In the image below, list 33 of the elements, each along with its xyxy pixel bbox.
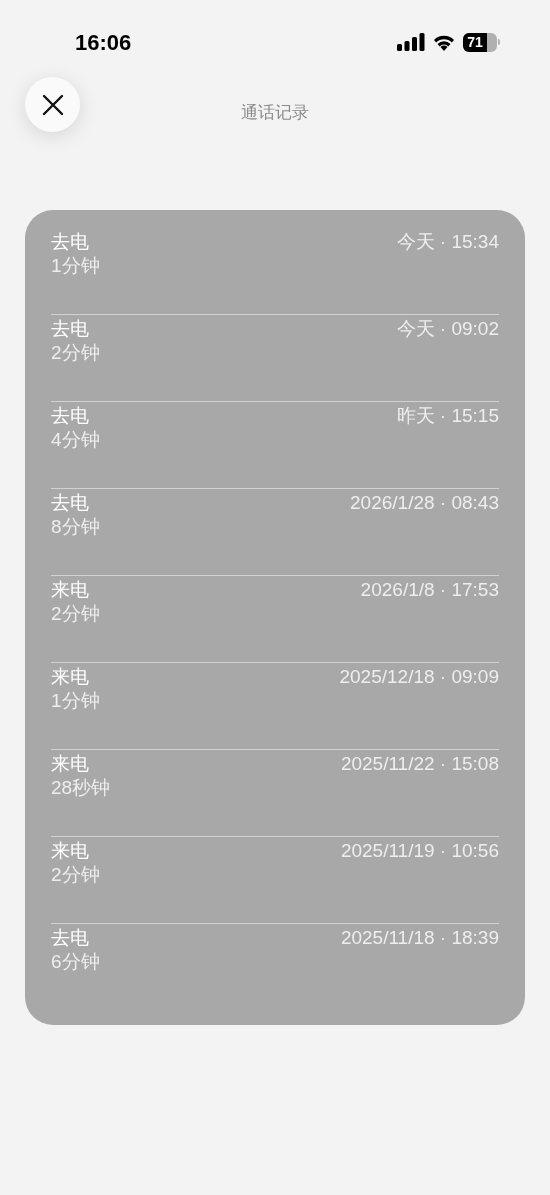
screen-title: 通话记录 [241, 102, 309, 125]
call-type: 来电 [51, 752, 90, 776]
call-time: 昨天 · 15:15 [396, 404, 499, 428]
signal-icon [397, 33, 425, 51]
call-time: 2025/11/19 · 10:56 [340, 839, 499, 863]
call-time: 2025/11/22 · 15:08 [340, 752, 499, 776]
call-duration: 2分钟 [51, 341, 100, 365]
call-duration: 28秒钟 [51, 776, 111, 800]
call-time: 2025/11/18 · 18:39 [340, 926, 499, 950]
call-time: 2025/12/18 · 09:09 [339, 665, 499, 689]
call-type: 去电 [51, 926, 90, 950]
wifi-icon [432, 33, 456, 51]
call-type: 去电 [51, 491, 90, 515]
call-type: 来电 [51, 839, 90, 863]
call-time: 2026/1/8 · 17:53 [360, 578, 499, 602]
call-duration: 1分钟 [51, 689, 100, 713]
call-duration: 8分钟 [51, 515, 100, 539]
close-icon [41, 93, 64, 116]
call-type: 去电 [51, 404, 90, 428]
call-type: 来电 [51, 578, 90, 602]
call-duration: 2分钟 [51, 602, 100, 626]
call-time: 今天 · 09:02 [396, 317, 499, 341]
call-duration: 1分钟 [51, 254, 100, 278]
call-time: 2026/1/28 · 08:43 [350, 491, 499, 515]
call-type: 去电 [51, 230, 90, 254]
call-type: 去电 [51, 317, 90, 341]
call-type: 来电 [51, 665, 90, 689]
call-time: 今天 · 15:34 [396, 230, 499, 254]
call-duration: 4分钟 [51, 428, 100, 452]
battery-icon: 71 [463, 32, 500, 52]
status-time: 16:06 [75, 28, 132, 57]
call-duration: 6分钟 [51, 950, 100, 974]
call-duration: 2分钟 [51, 863, 100, 887]
